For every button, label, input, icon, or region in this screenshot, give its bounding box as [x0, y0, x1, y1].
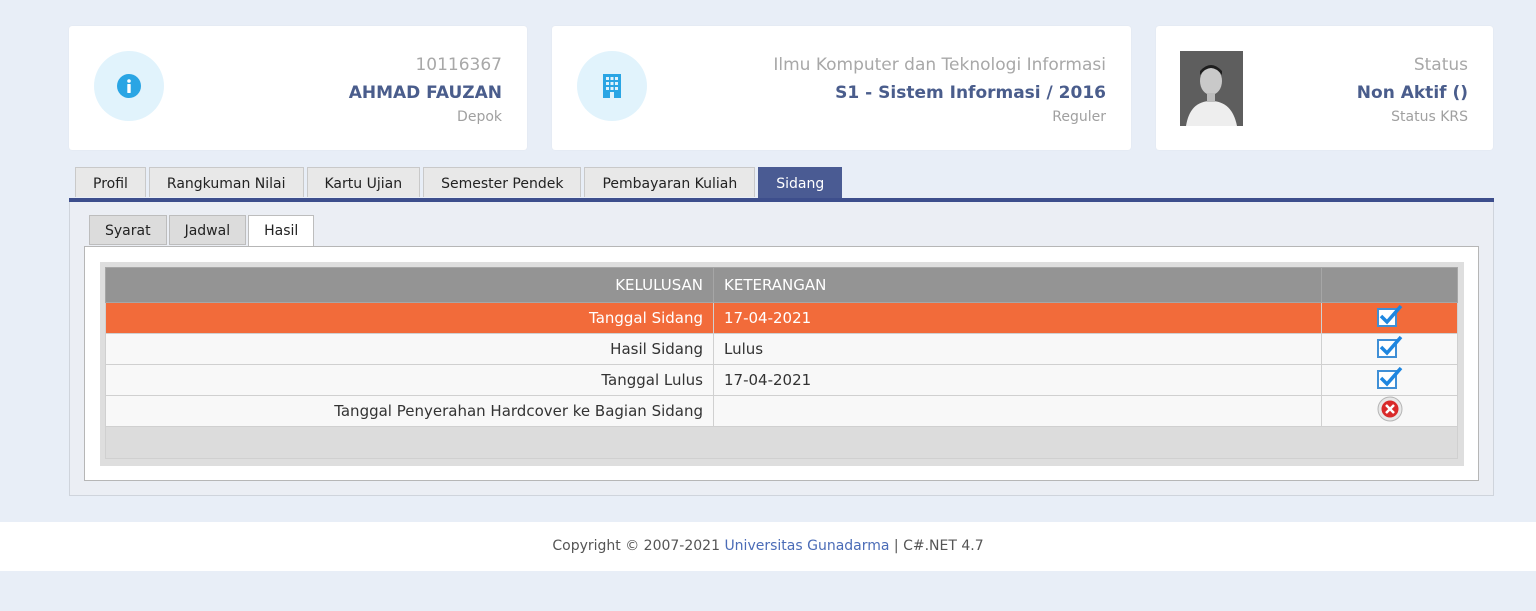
tab-profil[interactable]: Profil [75, 167, 146, 197]
table-row[interactable]: Tanggal Penyerahan Hardcover ke Bagian S… [105, 395, 1458, 427]
table-row[interactable]: Hasil Sidang Lulus [105, 333, 1458, 365]
status-sub: Status KRS [1391, 109, 1468, 125]
student-nim: 10116367 [415, 55, 502, 75]
header-status [1321, 267, 1458, 303]
tab-sidang[interactable]: Sidang [758, 167, 843, 199]
row-label: Tanggal Sidang [105, 302, 714, 334]
row-label: Tanggal Penyerahan Hardcover ke Bagian S… [105, 395, 714, 427]
student-info-card: 10116367 AHMAD FAUZAN Depok [69, 26, 527, 150]
subtab-hasil[interactable]: Hasil [248, 215, 315, 247]
status-label: Status [1413, 55, 1468, 75]
subtab-syarat[interactable]: Syarat [89, 215, 167, 245]
table-row[interactable]: Tanggal Lulus 17-04-2021 [105, 364, 1458, 396]
header-kelulusan: KELULUSAN [105, 267, 714, 303]
check-icon [1321, 364, 1458, 396]
check-icon [1321, 333, 1458, 365]
row-value [713, 395, 1322, 427]
main-tabs: Profil Rangkuman Nilai Kartu Ujian Semes… [75, 167, 845, 199]
footer-version: | C#.NET 4.7 [889, 538, 984, 554]
sub-tabs: Syarat Jadwal Hasil [89, 215, 316, 247]
tab-rangkuman-nilai[interactable]: Rangkuman Nilai [148, 167, 304, 197]
table-footer-row [105, 426, 1458, 459]
footer-university-link[interactable]: Universitas Gunadarma [724, 538, 889, 554]
faculty-info-card: Ilmu Komputer dan Teknologi Informasi S1… [552, 26, 1131, 150]
row-label: Tanggal Lulus [105, 364, 714, 396]
table-header-row: KELULUSAN KETERANGAN [105, 267, 1458, 303]
page-footer: Copyright © 2007-2021 Universitas Gunada… [0, 522, 1536, 571]
tab-pembayaran-kuliah[interactable]: Pembayaran Kuliah [584, 167, 756, 197]
status-card: Status Non Aktif () Status KRS [1156, 26, 1493, 150]
faculty-name: Ilmu Komputer dan Teknologi Informasi [773, 55, 1106, 75]
info-icon [94, 51, 164, 121]
tab-semester-pendek[interactable]: Semester Pendek [423, 167, 582, 197]
class-type: Reguler [1052, 109, 1106, 125]
row-label: Hasil Sidang [105, 333, 714, 365]
row-value: Lulus [713, 333, 1322, 365]
table-footer [105, 426, 1458, 459]
check-icon [1321, 302, 1458, 334]
student-photo [1180, 51, 1243, 126]
table-row[interactable]: Tanggal Sidang 17-04-2021 [105, 302, 1458, 334]
header-keterangan: KETERANGAN [713, 267, 1322, 303]
result-table: KELULUSAN KETERANGAN Tanggal Sidang 17-0… [105, 267, 1458, 459]
building-icon [577, 51, 647, 121]
study-program: S1 - Sistem Informasi / 2016 [835, 83, 1106, 103]
subtab-jadwal[interactable]: Jadwal [168, 215, 247, 245]
tab-kartu-ujian[interactable]: Kartu Ujian [306, 167, 421, 197]
row-value: 17-04-2021 [713, 364, 1322, 396]
student-campus: Depok [457, 109, 502, 125]
status-value: Non Aktif () [1356, 83, 1468, 103]
footer-copyright: Copyright © 2007-2021 [552, 538, 725, 554]
cross-icon [1321, 395, 1458, 427]
student-name: AHMAD FAUZAN [348, 83, 502, 103]
row-value: 17-04-2021 [713, 302, 1322, 334]
